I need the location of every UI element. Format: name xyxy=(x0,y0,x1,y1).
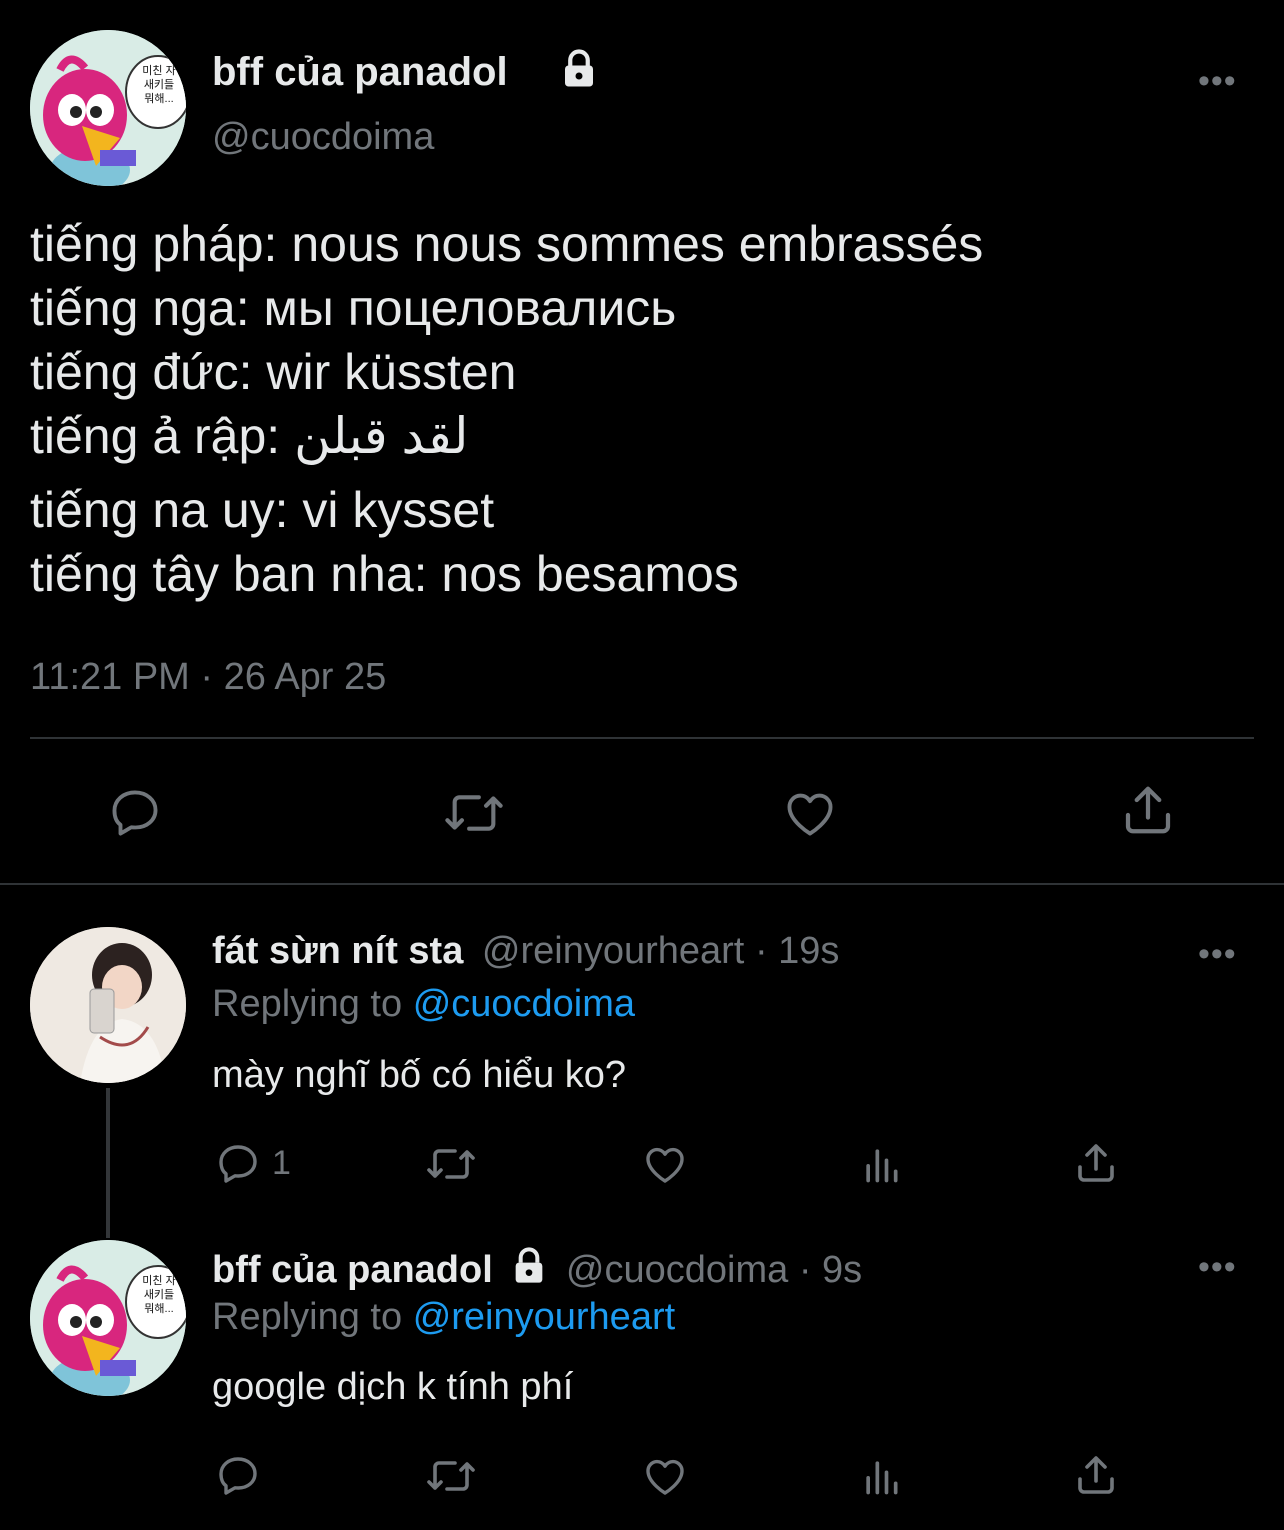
replying-label: Replying to xyxy=(212,983,403,1025)
reply-text: google dịch k tính phí xyxy=(212,1366,574,1408)
retweet-icon[interactable] xyxy=(424,1140,478,1188)
tweet-line: tiếng pháp: nous nous sommes embrassés xyxy=(30,216,984,272)
views-icon[interactable] xyxy=(858,1454,904,1498)
heart-icon[interactable] xyxy=(640,1140,690,1188)
divider xyxy=(0,883,1284,885)
reply-avatar[interactable]: 미친 자 새키들 뭐해... xyxy=(30,1240,186,1396)
more-icon[interactable]: ••• xyxy=(1198,1250,1237,1284)
share-icon[interactable] xyxy=(1072,1450,1120,1500)
thread-line xyxy=(106,1088,110,1238)
replying-to: Replying to @cuocdoima xyxy=(212,983,635,1026)
replying-to: Replying to @reinyourheart xyxy=(212,1296,675,1339)
tweet-line: tiếng na uy: vi kysset xyxy=(30,482,495,538)
avatar-caption-line: 새키들 xyxy=(143,1289,175,1301)
retweet-icon[interactable] xyxy=(424,1452,478,1500)
reply-header: bff của panadol @cuocdoima · 9s xyxy=(212,1246,862,1292)
avatar-caption-line: 뭐해... xyxy=(144,93,174,105)
replying-to-handle[interactable]: @cuocdoima xyxy=(413,983,635,1025)
reply-icon[interactable] xyxy=(214,1140,262,1188)
views-icon[interactable] xyxy=(858,1142,904,1186)
reply-header: fát sừn nít sta @reinyourheart · 19s xyxy=(212,930,839,973)
avatar-caption-line: 새키들 xyxy=(143,79,175,91)
divider xyxy=(30,737,1254,739)
heart-icon[interactable] xyxy=(640,1452,690,1500)
reply-time[interactable]: · 19s xyxy=(755,930,839,972)
tweet-body: tiếng pháp: nous nous sommes embrassés t… xyxy=(30,212,983,606)
author-avatar[interactable]: 미친 자 새키들 뭐해... xyxy=(30,30,186,186)
tweet-line: tiếng tây ban nha: nos besamos xyxy=(30,546,739,602)
reply-icon[interactable] xyxy=(214,1452,262,1500)
lock-icon xyxy=(509,1246,549,1286)
share-icon[interactable] xyxy=(1072,1138,1120,1188)
reply-display-name[interactable]: bff của panadol xyxy=(212,1249,493,1291)
reply-handle[interactable]: @cuocdoima xyxy=(566,1249,788,1291)
replying-label: Replying to xyxy=(212,1296,403,1338)
tweet-line: tiếng đức: wir küssten xyxy=(30,344,517,400)
reply-icon[interactable] xyxy=(106,784,164,842)
more-icon[interactable]: ••• xyxy=(1198,64,1237,98)
reply-avatar[interactable] xyxy=(30,927,186,1083)
tweet-timestamp[interactable]: 11:21 PM · 26 Apr 25 xyxy=(30,656,386,699)
tweet-line: tiếng nga: мы поцеловались xyxy=(30,280,677,336)
reply-time[interactable]: · 9s xyxy=(799,1249,862,1291)
retweet-icon[interactable] xyxy=(442,784,506,842)
lock-icon xyxy=(558,48,600,90)
avatar-caption-line: 미친 자 xyxy=(142,1275,176,1287)
author-handle[interactable]: @cuocdoima xyxy=(212,116,434,159)
tweet-line: tiếng ả rập: لقد قبلن xyxy=(30,408,469,464)
heart-icon[interactable] xyxy=(780,784,840,842)
avatar-caption-line: 뭐해... xyxy=(144,1303,174,1315)
reply-count: 1 xyxy=(272,1144,291,1182)
avatar-caption-line: 미친 자 xyxy=(142,65,176,77)
author-display-name[interactable]: bff của panadol xyxy=(212,50,508,95)
more-icon[interactable]: ••• xyxy=(1198,937,1237,971)
reply-text: mày nghĩ bố có hiểu ko? xyxy=(212,1054,627,1096)
reply-display-name[interactable]: fát sừn nít sta xyxy=(212,930,463,972)
reply-handle[interactable]: @reinyourheart xyxy=(482,930,744,972)
share-icon[interactable] xyxy=(1118,780,1178,840)
replying-to-handle[interactable]: @reinyourheart xyxy=(413,1296,675,1338)
